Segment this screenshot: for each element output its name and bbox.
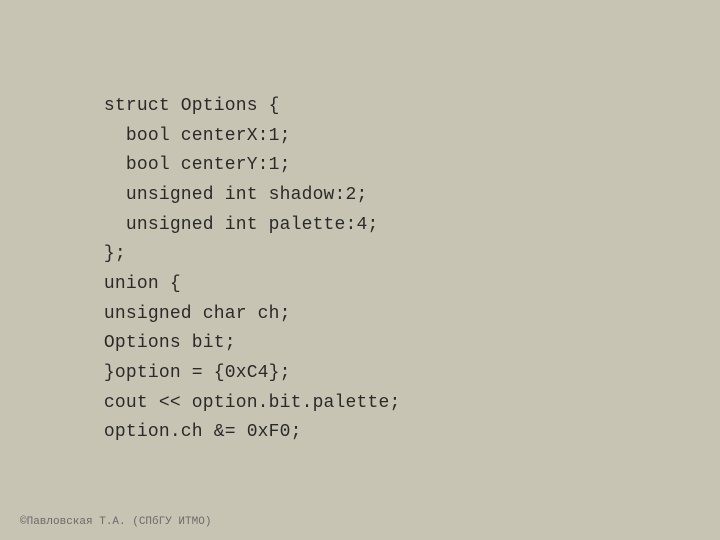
code-line-10: }option = {0xC4}; bbox=[60, 359, 400, 389]
code-line-5: unsigned int palette:4; bbox=[60, 211, 400, 241]
footer-text: ©Павловская Т.А. (СПбГУ ИТМО) bbox=[20, 516, 211, 528]
code-block: struct Options { bool centerX:1; bool ce… bbox=[0, 52, 460, 488]
code-line-9: Options bit; bbox=[60, 329, 400, 359]
code-line-6: }; bbox=[60, 240, 400, 270]
code-line-11: cout << option.bit.palette; bbox=[60, 389, 400, 419]
code-line-2: bool centerX:1; bbox=[60, 122, 400, 152]
code-line-3: bool centerY:1; bbox=[60, 151, 400, 181]
code-line-1: struct Options { bbox=[60, 92, 400, 122]
code-line-8: unsigned char ch; bbox=[60, 300, 400, 330]
code-line-7: union { bbox=[60, 270, 400, 300]
code-line-12: option.ch &= 0xF0; bbox=[60, 418, 400, 448]
code-line-4: unsigned int shadow:2; bbox=[60, 181, 400, 211]
